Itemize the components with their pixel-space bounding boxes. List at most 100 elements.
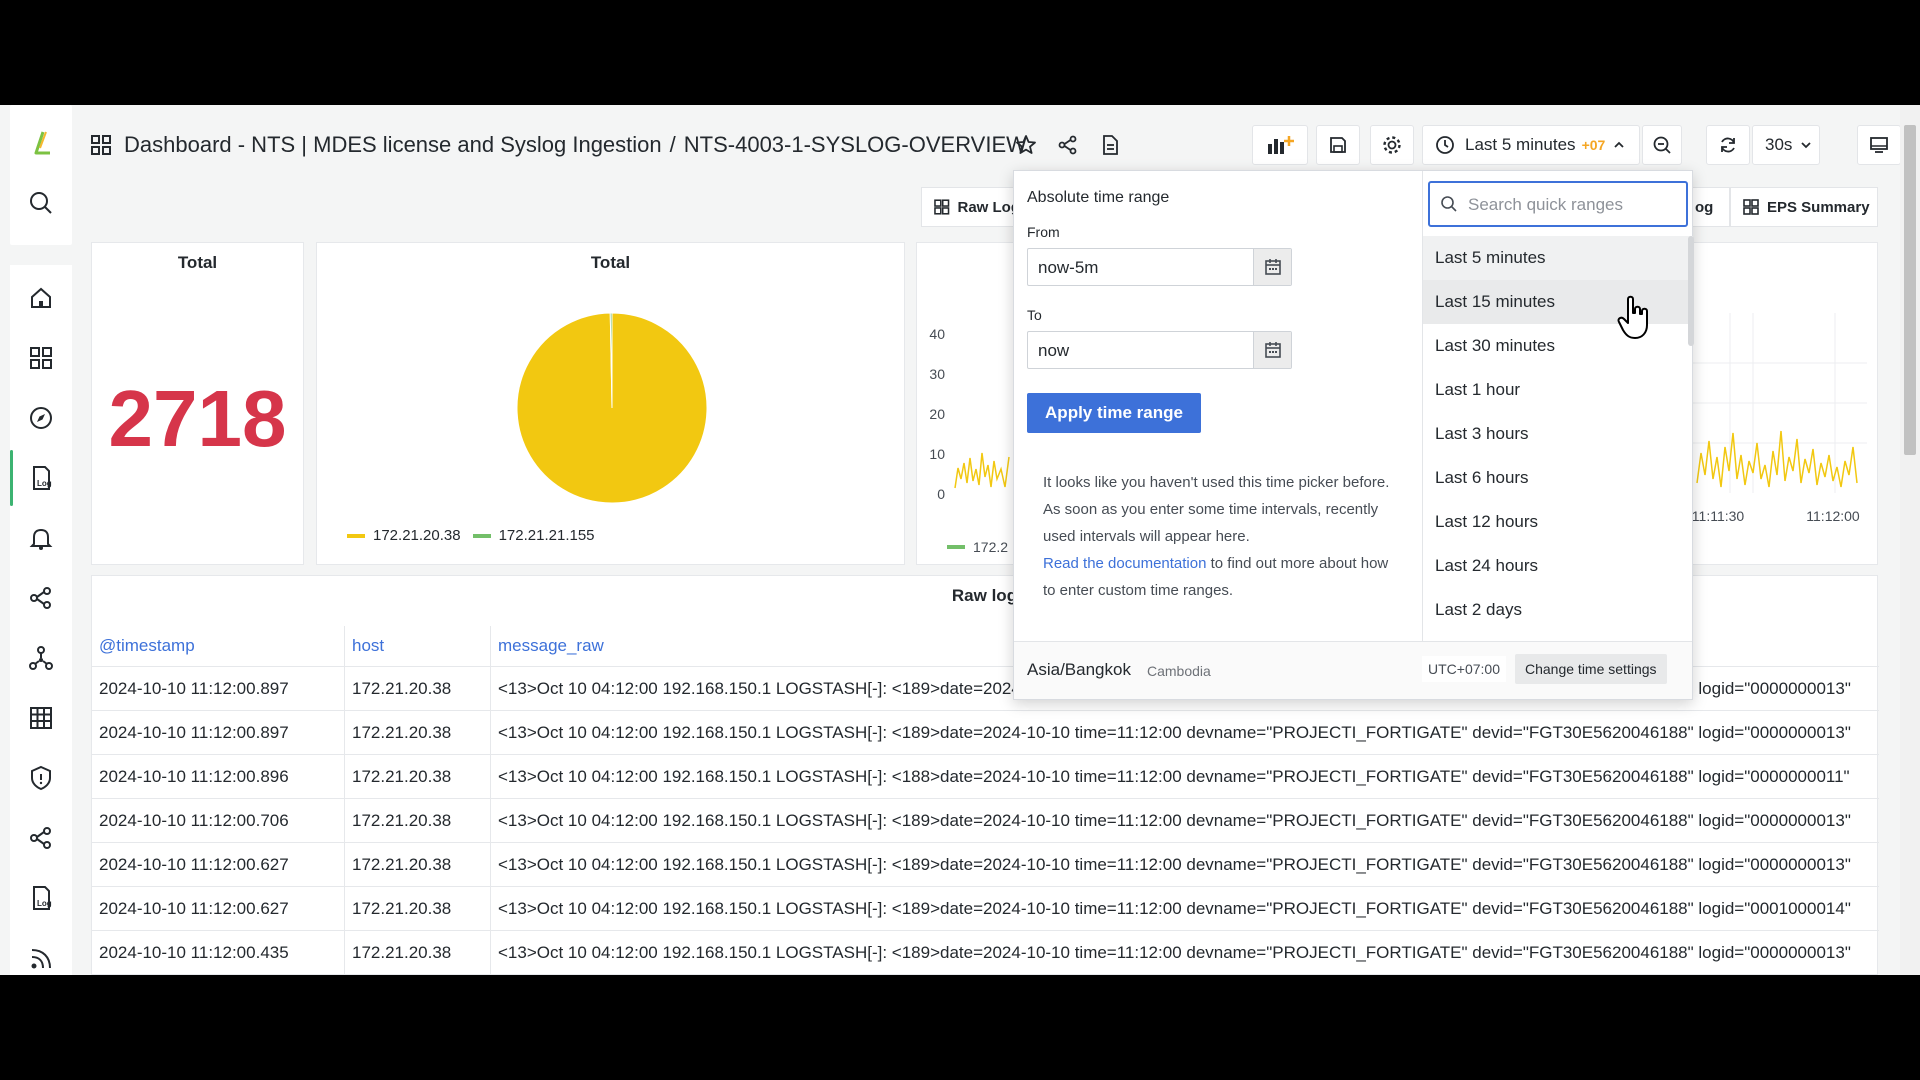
sidebar-item-share-2[interactable] xyxy=(10,810,72,866)
legend-item[interactable]: 172.21.21.155 xyxy=(499,527,595,544)
x-tick: 11:12:00 xyxy=(1806,508,1860,524)
chevron-up-icon xyxy=(1614,141,1624,148)
cell-host: 172.21.20.38 xyxy=(345,667,491,711)
gear-icon xyxy=(1383,136,1401,154)
export-button[interactable] xyxy=(1090,125,1130,165)
page-title: NTS-4003-1-SYSLOG-OVERVIEW xyxy=(683,132,1027,157)
star-button[interactable] xyxy=(1006,125,1046,165)
to-label: To xyxy=(1027,307,1042,323)
table-row[interactable]: 2024-10-10 11:12:00.706 172.21.20.38 <13>O… xyxy=(92,798,1879,843)
settings-button[interactable] xyxy=(1370,125,1414,165)
sidebar-item-logs-2[interactable]: Log xyxy=(10,870,72,926)
breadcrumb-dashboard[interactable]: Dashboard - NTS | MDES license and Syslo… xyxy=(124,132,662,158)
time-range-picker[interactable]: Last 5 minutes +07 xyxy=(1422,125,1640,165)
quick-range-item[interactable]: Last 7 days xyxy=(1423,632,1693,641)
sidebar-item-feed[interactable] xyxy=(10,930,72,975)
cell-timestamp: 2024-10-10 11:12:00.627 xyxy=(92,843,345,887)
share-icon xyxy=(30,827,51,849)
documentation-link[interactable]: Read the documentation xyxy=(1043,555,1206,572)
quick-range-item[interactable]: Last 1 hour xyxy=(1423,368,1693,412)
table-row[interactable]: 2024-10-10 11:12:00.435 172.21.20.38 <13>O… xyxy=(92,930,1879,975)
y-tick: 10 xyxy=(929,446,945,462)
sidebar-item-share[interactable] xyxy=(10,570,72,626)
tab-raw-log[interactable]: Raw Log xyxy=(921,187,1021,227)
quick-range-search[interactable]: Search quick ranges xyxy=(1428,181,1688,227)
y-tick: 20 xyxy=(929,406,945,422)
time-picker-footer: Asia/Bangkok Cambodia UTC+07:00 Change t… xyxy=(1014,641,1692,699)
search-icon xyxy=(30,192,52,214)
sidebar-item-security[interactable] xyxy=(10,750,72,806)
clock-icon xyxy=(1436,136,1454,154)
to-calendar-button[interactable] xyxy=(1253,332,1291,368)
tv-mode-button[interactable] xyxy=(1857,125,1901,165)
share-button[interactable] xyxy=(1048,125,1088,165)
quick-range-item[interactable]: Last 6 hours xyxy=(1423,456,1693,500)
quick-range-item[interactable]: Last 30 minutes xyxy=(1423,324,1693,368)
tab-eps-summary[interactable]: EPS Summary xyxy=(1730,187,1878,227)
pie-panel-title: Total xyxy=(590,253,631,272)
quick-range-item[interactable]: Last 2 days xyxy=(1423,588,1693,632)
sidebar-item-graph[interactable] xyxy=(10,630,72,686)
refresh-interval-value: 30s xyxy=(1765,135,1793,154)
zoom-out-button[interactable] xyxy=(1642,125,1682,165)
from-calendar-button[interactable] xyxy=(1253,249,1291,285)
quick-range-item[interactable]: Last 15 minutes xyxy=(1423,280,1693,324)
quick-range-item[interactable]: Last 3 hours xyxy=(1423,412,1693,456)
search-button[interactable] xyxy=(10,175,72,231)
table-row[interactable]: 2024-10-10 11:12:00.627 172.21.20.38 <13>O… xyxy=(92,842,1879,887)
logo[interactable] xyxy=(10,115,72,171)
apps-icon xyxy=(30,347,52,369)
cell-host: 172.21.20.38 xyxy=(345,887,491,931)
to-field[interactable]: now xyxy=(1027,331,1292,369)
table-icon xyxy=(30,707,52,729)
quick-range-item[interactable]: Last 12 hours xyxy=(1423,500,1693,544)
search-placeholder: Search quick ranges xyxy=(1468,195,1623,214)
quick-range-list: Last 5 minutes Last 15 minutes Last 30 min… xyxy=(1423,236,1693,641)
logo-icon xyxy=(34,131,50,155)
page-scroll-thumb[interactable] xyxy=(1904,125,1916,455)
empty-history-info: It looks like you haven't used this time… xyxy=(1043,469,1393,604)
from-field[interactable]: now-5m xyxy=(1027,248,1292,286)
cell-timestamp: 2024-10-10 11:12:00.897 xyxy=(92,711,345,755)
share-icon xyxy=(30,587,51,609)
sidebar-item-home[interactable] xyxy=(10,270,72,326)
from-label: From xyxy=(1027,224,1060,240)
tab-log-partial[interactable]: og xyxy=(1690,187,1730,227)
list-scrollbar[interactable] xyxy=(1688,236,1694,346)
cell-message: <13>Oct 10 04:12:00 192.168.150.1 LOGSTA… xyxy=(498,943,1851,962)
chevron-down-icon xyxy=(1801,142,1812,149)
network-icon xyxy=(29,646,53,670)
log-icon: Log xyxy=(33,466,52,490)
cell-message: <13>Oct 10 04:12:00 192.168.150.1 LOGSTA… xyxy=(498,767,1850,786)
column-header-host[interactable]: host xyxy=(345,626,491,666)
column-header-timestamp[interactable]: @timestamp xyxy=(92,626,345,666)
save-button[interactable] xyxy=(1316,125,1360,165)
sidebar-item-alerts[interactable] xyxy=(10,510,72,566)
quick-range-item[interactable]: Last 5 minutes xyxy=(1423,236,1693,280)
page-scrollbar[interactable] xyxy=(1900,105,1920,975)
sidebar-item-dashboards[interactable] xyxy=(10,330,72,386)
sidebar-item-logs[interactable]: Log xyxy=(10,450,72,506)
add-panel-button[interactable] xyxy=(1252,125,1308,165)
sidebar-item-explore[interactable] xyxy=(10,390,72,446)
apply-time-range-button[interactable]: Apply time range xyxy=(1027,393,1201,433)
table-row[interactable]: 2024-10-10 11:12:00.627 172.21.20.38 <13>O… xyxy=(92,886,1879,931)
table-row[interactable]: 2024-10-10 11:12:00.897 172.21.20.38 <13>O… xyxy=(92,710,1879,755)
tab-eps-summary-label: EPS Summary xyxy=(1767,198,1870,216)
refresh-button[interactable] xyxy=(1706,125,1750,165)
refresh-interval-select[interactable]: 30s xyxy=(1752,125,1820,165)
cell-message: <13>Oct 10 04:12:00 192.168.150.1 LOGSTA… xyxy=(498,723,1851,742)
apps-icon xyxy=(91,135,111,155)
legend-item: 172.2 xyxy=(973,539,1008,555)
apps-icon xyxy=(1743,199,1759,215)
pie-legend: 172.21.20.38 172.21.21.155 xyxy=(347,527,595,544)
y-tick: 40 xyxy=(929,326,945,342)
change-time-settings-button[interactable]: Change time settings xyxy=(1515,654,1667,684)
sidebar-item-table[interactable] xyxy=(10,690,72,746)
cell-timestamp: 2024-10-10 11:12:00.435 xyxy=(92,931,345,975)
quick-range-item[interactable]: Last 24 hours xyxy=(1423,544,1693,588)
table-row[interactable]: 2024-10-10 11:12:00.896 172.21.20.38 <13>O… xyxy=(92,754,1879,799)
legend-item[interactable]: 172.21.20.38 xyxy=(373,527,461,544)
hand-cursor-icon xyxy=(1617,295,1648,339)
stat-panel: Total 2718 xyxy=(91,242,304,565)
